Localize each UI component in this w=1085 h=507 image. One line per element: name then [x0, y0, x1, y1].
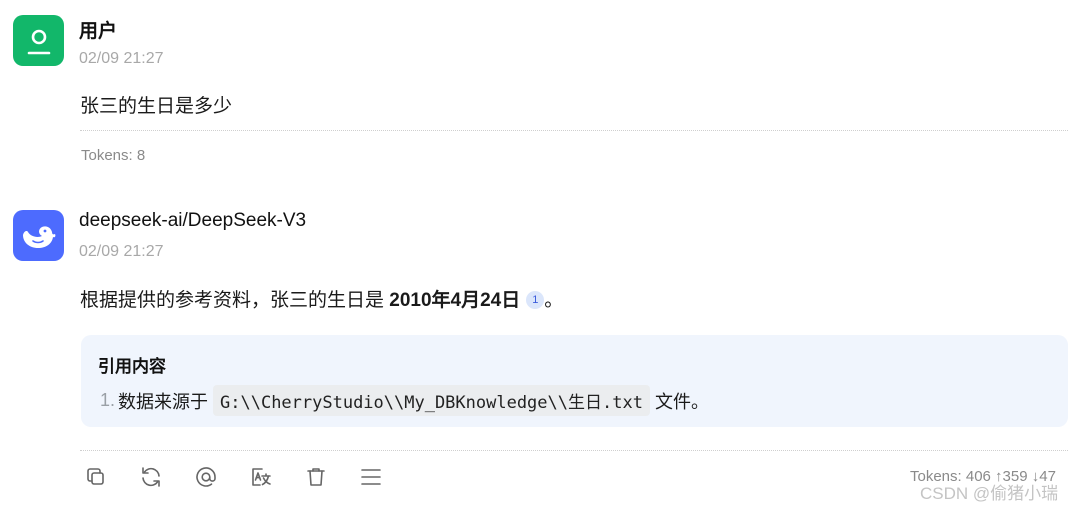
mention-button[interactable]	[192, 462, 247, 492]
translate-icon	[252, 468, 271, 486]
answer-birthday: 2010年4月24日	[389, 290, 521, 311]
menu-icon	[361, 469, 381, 485]
copy-button[interactable]	[82, 462, 137, 492]
watermark: CSDN @偷猪小瑞	[920, 484, 1059, 503]
assistant-message-time: 02/09 21:27	[79, 243, 164, 260]
mention-icon	[196, 467, 216, 487]
assistant-message-divider	[80, 450, 1068, 451]
user-message-time: 02/09 21:27	[79, 50, 164, 67]
user-icon	[27, 29, 50, 54]
assistant-model-name: deepseek-ai/DeepSeek-V3	[79, 210, 307, 231]
user-avatar[interactable]	[13, 15, 64, 66]
reference-item: 1. 数据来源于 G:\\CherryStudio\\My_DBKnowledg…	[100, 385, 709, 416]
delete-icon	[307, 468, 325, 486]
user-message-divider	[80, 130, 1068, 131]
reference-panel: 引用内容 1. 数据来源于 G:\\CherryStudio\\My_DBKno…	[81, 335, 1068, 427]
delete-button[interactable]	[302, 462, 357, 492]
more-menu-button[interactable]	[357, 462, 412, 492]
copy-icon	[87, 468, 104, 485]
regenerate-button[interactable]	[137, 462, 192, 492]
translate-button[interactable]	[247, 462, 302, 492]
regenerate-icon	[142, 467, 160, 487]
message-toolbar	[82, 462, 412, 492]
user-name: 用户	[79, 21, 118, 42]
assistant-avatar[interactable]	[13, 210, 64, 261]
reference-prefix: 数据来源于	[118, 391, 209, 412]
answer-text: 根据提供的参考资料，张三的生日是	[80, 290, 390, 311]
deepseek-whale-icon	[22, 225, 55, 248]
reference-number: 1.	[100, 390, 116, 410]
answer-suffix: 。	[544, 290, 564, 311]
user-token-count: Tokens: 8	[81, 147, 146, 164]
assistant-message-content: 根据提供的参考资料，张三的生日是 2010年4月24日 1。	[80, 285, 563, 312]
citation-marker[interactable]: 1	[526, 291, 545, 309]
reference-suffix: 文件。	[654, 391, 709, 412]
reference-title: 引用内容	[98, 357, 166, 376]
user-message-content: 张三的生日是多少	[80, 96, 233, 117]
reference-file-path: G:\\CherryStudio\\My_DBKnowledge\\生日.txt	[213, 385, 650, 416]
